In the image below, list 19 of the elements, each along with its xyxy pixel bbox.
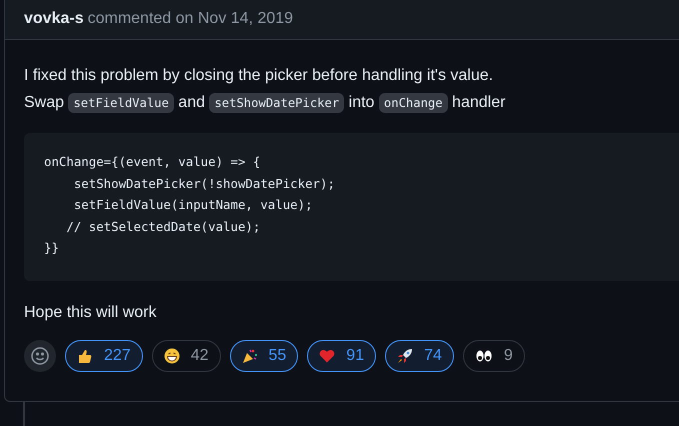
reaction-button[interactable]: 91 <box>307 340 376 372</box>
reaction-button[interactable]: 74 <box>385 340 454 372</box>
thumbs-up-icon <box>77 348 93 364</box>
comment-text: I fixed this problem by closing the picker before handling it's value. Swap setFieldValue and setShowDatePicker into onChange handler <box>24 66 506 115</box>
code-block: onChange={(event, value) => { setShowDatePicker(!showDatePicker); setFieldValue(inputName, value); // setSelectedDate(value); }} <box>24 133 679 281</box>
comment-date: commented on Nov 14, 2019 <box>88 10 294 28</box>
reaction-button[interactable]: 9 <box>462 340 525 372</box>
grinning-face-icon <box>164 348 180 364</box>
reaction-button[interactable]: 55 <box>230 340 298 372</box>
smiley-icon <box>31 347 49 365</box>
comment-text: Hope this will work <box>24 304 158 322</box>
heart-icon <box>319 348 336 364</box>
reaction-button[interactable]: 227 <box>65 340 143 372</box>
reaction-button[interactable]: 42 <box>152 340 220 372</box>
eyes-icon <box>474 348 493 364</box>
author-name[interactable]: vovka-s <box>24 10 84 28</box>
party-popper-icon <box>242 348 258 364</box>
rocket-icon <box>397 348 414 364</box>
add-reaction-button[interactable] <box>24 340 56 372</box>
